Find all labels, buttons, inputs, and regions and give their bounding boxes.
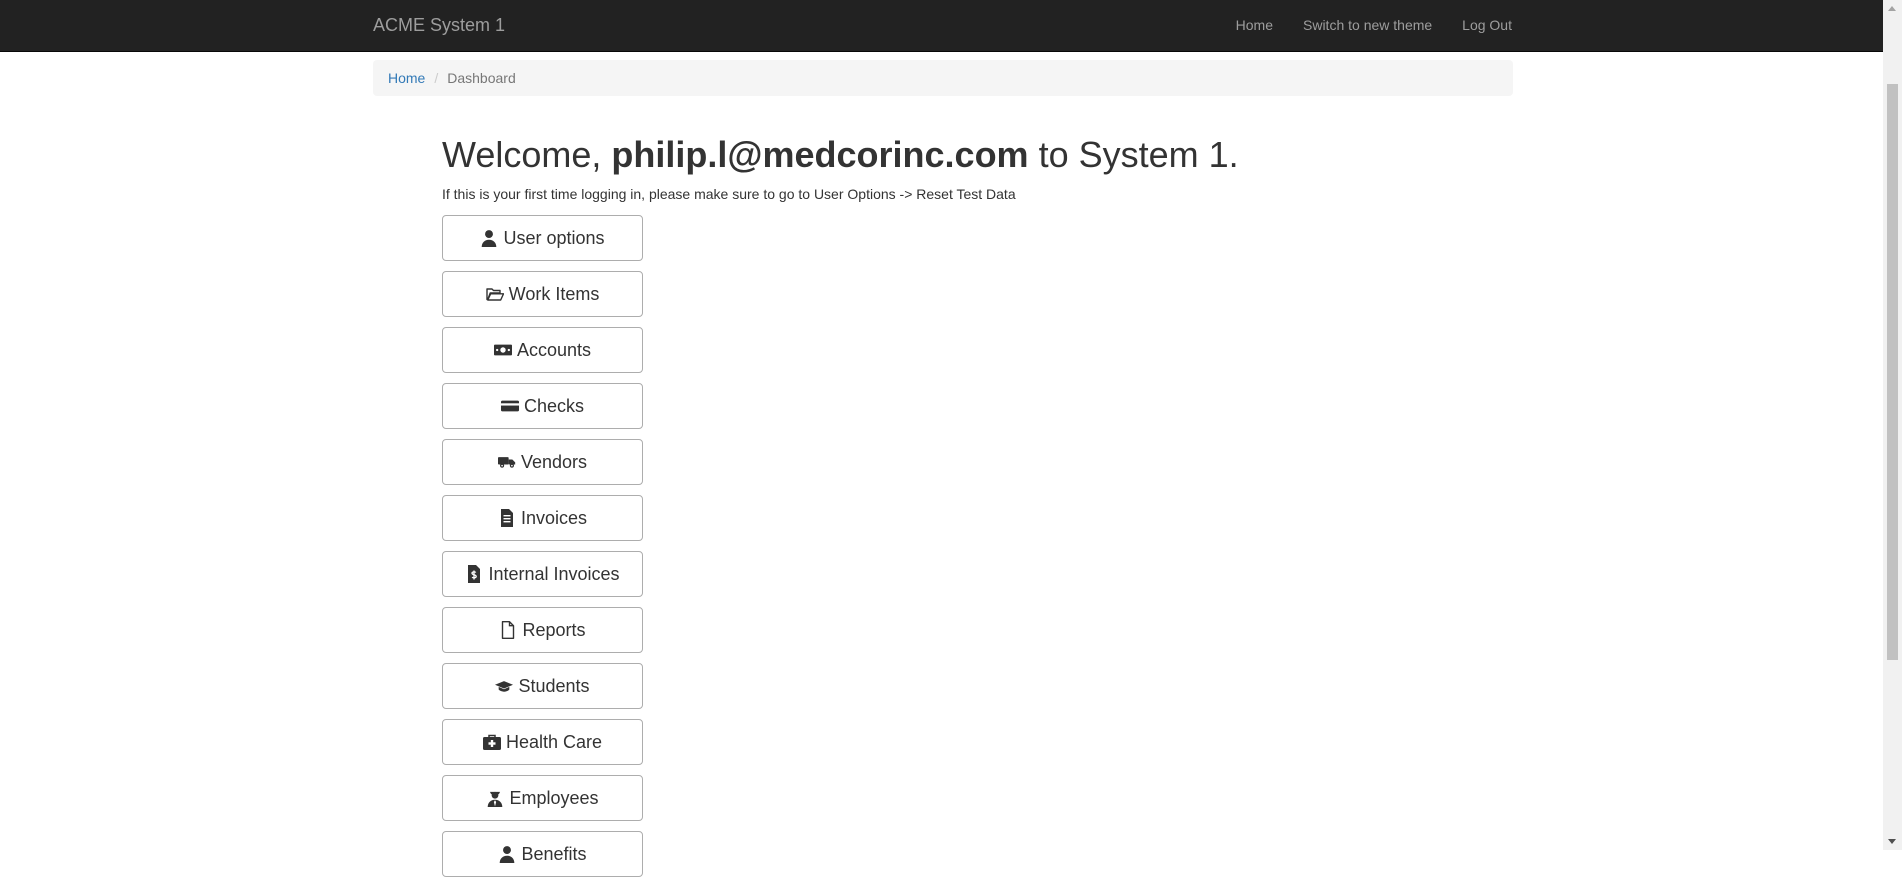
credit-card-icon	[500, 400, 519, 412]
file-invoice-icon	[500, 509, 513, 527]
user-options-button[interactable]: User options	[442, 215, 643, 261]
breadcrumb-home-link[interactable]: Home	[388, 70, 425, 86]
invoices-button[interactable]: Invoices	[442, 495, 643, 541]
breadcrumb-current: Dashboard	[447, 70, 516, 86]
button-label: Work Items	[508, 283, 600, 304]
button-label: Accounts	[516, 339, 592, 360]
user-tie-icon	[488, 791, 503, 807]
welcome-user: philip.l@medcorinc.com	[611, 134, 1029, 175]
vertical-scrollbar[interactable]	[1883, 0, 1902, 850]
file-invoice-dollar-icon	[468, 565, 481, 583]
health-care-button[interactable]: Health Care	[442, 719, 643, 765]
welcome-prefix: Welcome,	[442, 134, 602, 175]
scroll-up-arrow-icon[interactable]	[1888, 6, 1896, 11]
nav-logout-link[interactable]: Log Out	[1462, 0, 1512, 51]
graduation-cap-icon	[495, 681, 514, 692]
button-label: Health Care	[505, 731, 603, 752]
students-button[interactable]: Students	[442, 663, 643, 709]
folder-open-icon	[485, 288, 504, 301]
nav-switch-theme-link[interactable]: Switch to new theme	[1303, 0, 1432, 51]
button-label: Students	[518, 675, 590, 696]
breadcrumb: Home / Dashboard	[373, 60, 1513, 96]
button-label: Employees	[509, 787, 599, 808]
button-label: Vendors	[520, 451, 588, 472]
button-label: Internal Invoices	[488, 563, 620, 584]
welcome-suffix: to System 1.	[1038, 134, 1239, 175]
file-icon	[502, 621, 515, 639]
scroll-thumb[interactable]	[1887, 84, 1898, 660]
scroll-down-arrow-icon[interactable]	[1888, 839, 1896, 844]
button-label: Reports	[522, 619, 586, 640]
internal-invoices-button[interactable]: Internal Invoices	[442, 551, 643, 597]
reports-button[interactable]: Reports	[442, 607, 643, 653]
button-label: Benefits	[521, 843, 587, 864]
user-icon	[500, 846, 515, 863]
breadcrumb-separator: /	[434, 70, 439, 86]
truck-icon	[497, 457, 516, 468]
dashboard-menu: User options Work Items Accounts Checks …	[442, 215, 643, 887]
brand-link[interactable]: ACME System 1	[373, 0, 505, 51]
welcome-heading: Welcome, philip.l@medcorinc.com to Syste…	[442, 131, 1239, 179]
vendors-button[interactable]: Vendors	[442, 439, 643, 485]
checks-button[interactable]: Checks	[442, 383, 643, 429]
medkit-icon	[482, 734, 501, 750]
button-label: User options	[503, 227, 605, 248]
work-items-button[interactable]: Work Items	[442, 271, 643, 317]
employees-button[interactable]: Employees	[442, 775, 643, 821]
navbar-links: Home Switch to new theme Log Out	[1206, 0, 1512, 51]
nav-home-link[interactable]: Home	[1236, 0, 1273, 51]
button-label: Invoices	[520, 507, 588, 528]
money-bill-icon	[493, 344, 512, 356]
button-label: Checks	[523, 395, 585, 416]
accounts-button[interactable]: Accounts	[442, 327, 643, 373]
benefits-button[interactable]: Benefits	[442, 831, 643, 877]
top-navbar: ACME System 1 Home Switch to new theme L…	[0, 0, 1883, 52]
first-login-hint: If this is your first time logging in, p…	[442, 186, 1016, 202]
user-icon	[482, 230, 497, 247]
